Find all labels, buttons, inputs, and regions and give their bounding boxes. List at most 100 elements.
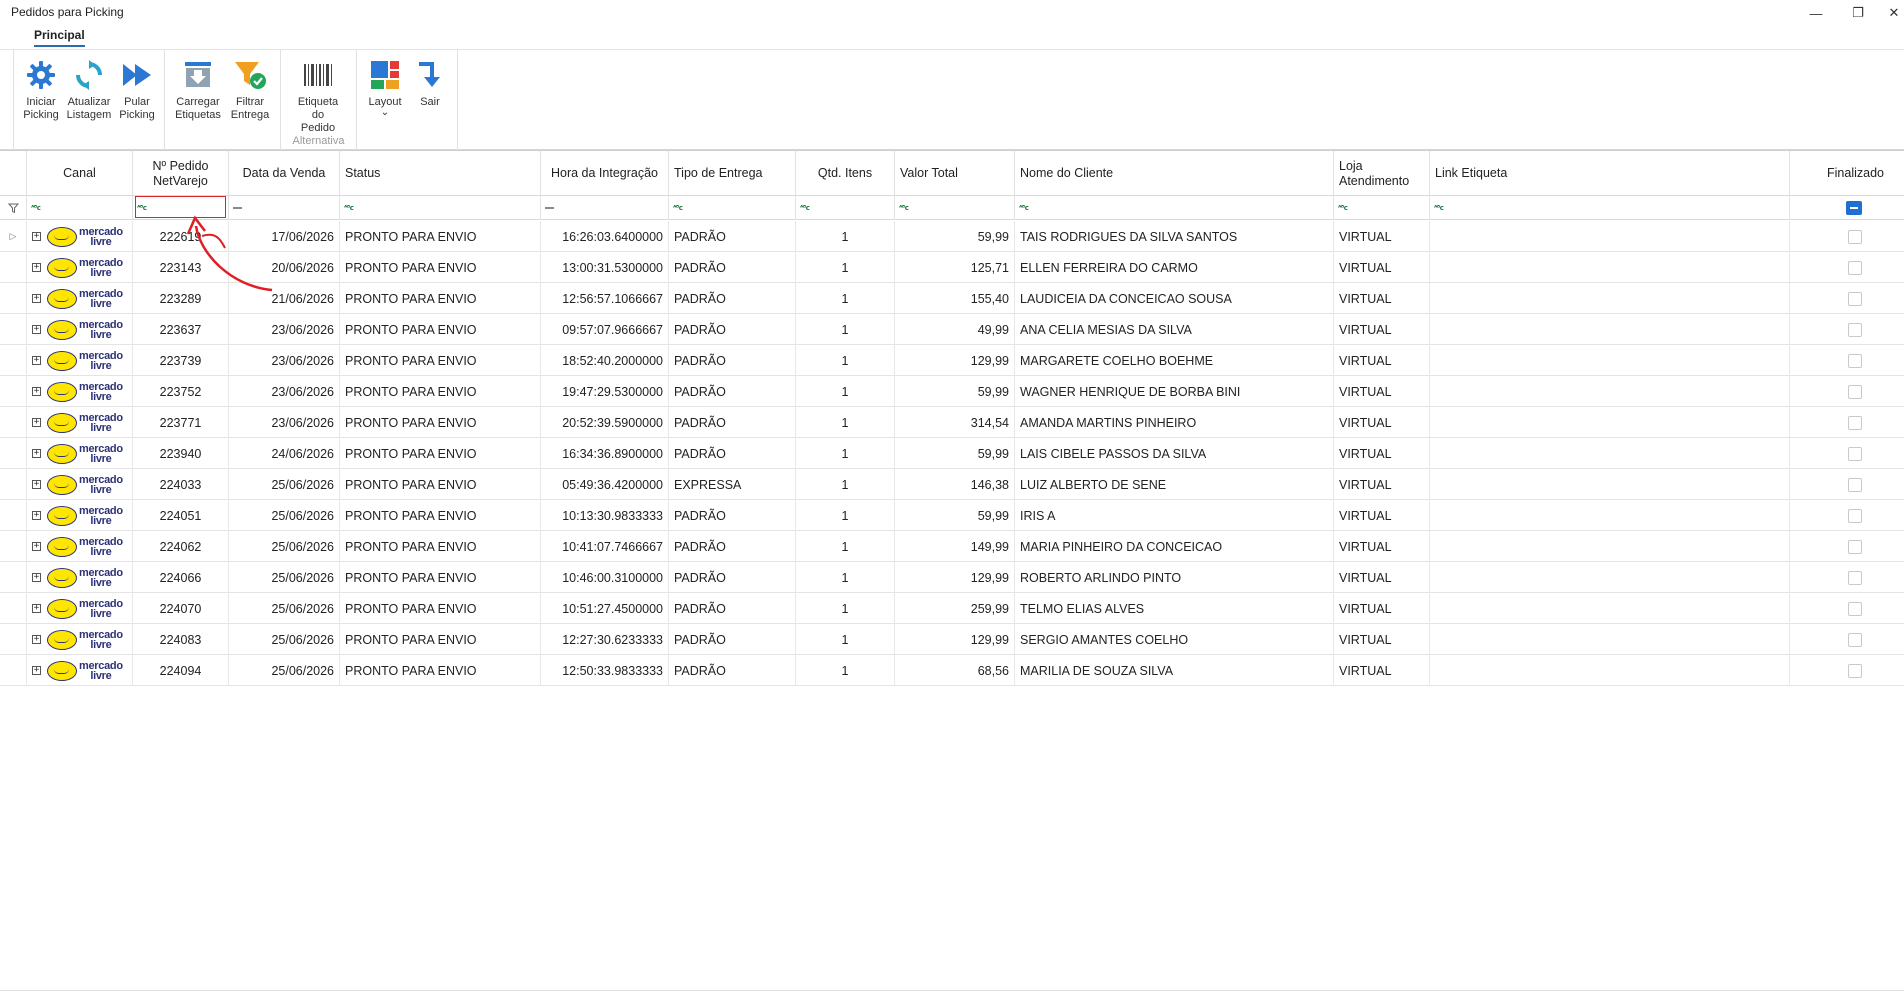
finalizado-checkbox[interactable] (1848, 415, 1862, 430)
filter-icon[interactable] (0, 196, 27, 220)
cell-canal[interactable]: + mercado livre (27, 469, 133, 500)
cell-valor-total[interactable]: 129,99 (895, 345, 1015, 376)
cell-nome-cliente[interactable]: TELMO ELIAS ALVES (1015, 593, 1334, 624)
cell-valor-total[interactable]: 68,56 (895, 655, 1015, 686)
filter-valor[interactable]: ᴬᴮc (895, 196, 1015, 220)
cell-link-etiqueta[interactable] (1430, 407, 1790, 438)
cell-qtd-itens[interactable]: 1 (796, 500, 895, 531)
cell-canal[interactable]: + mercado livre (27, 221, 133, 252)
table-row[interactable]: + mercado livre 224094 25/06/2026 PRONTO PAR… (0, 655, 1904, 686)
cell-loja-atendimento[interactable]: VIRTUAL (1334, 624, 1430, 655)
cell-finalizado[interactable] (1790, 438, 1904, 469)
cell-finalizado[interactable] (1790, 531, 1904, 562)
cell-qtd-itens[interactable]: 1 (796, 407, 895, 438)
cell-valor-total[interactable]: 314,54 (895, 407, 1015, 438)
cell-loja-atendimento[interactable]: VIRTUAL (1334, 345, 1430, 376)
filter-canal[interactable]: ᴬᴮc (27, 196, 133, 220)
cell-canal[interactable]: + mercado livre (27, 407, 133, 438)
finalizado-checkbox[interactable] (1848, 384, 1862, 399)
cell-status[interactable]: PRONTO PARA ENVIO (340, 345, 541, 376)
finalizado-checkbox[interactable] (1848, 229, 1862, 244)
cell-data-venda[interactable]: 25/06/2026 (229, 531, 340, 562)
table-row[interactable]: + mercado livre 224066 25/06/2026 PRONTO PAR… (0, 562, 1904, 593)
cell-loja-atendimento[interactable]: VIRTUAL (1334, 438, 1430, 469)
cell-tipo-entrega[interactable]: PADRÃO (669, 562, 796, 593)
expand-icon[interactable]: + (32, 232, 41, 241)
filter-qtd[interactable]: ᴬᴮc (796, 196, 895, 220)
finalizado-checkbox[interactable] (1848, 632, 1862, 647)
cell-valor-total[interactable]: 59,99 (895, 221, 1015, 252)
cell-link-etiqueta[interactable] (1430, 624, 1790, 655)
table-row[interactable]: + mercado livre 223752 23/06/2026 PRONTO PAR… (0, 376, 1904, 407)
cell-hora-integracao[interactable]: 10:13:30.9833333 (541, 500, 669, 531)
cell-nome-cliente[interactable]: LAIS CIBELE PASSOS DA SILVA (1015, 438, 1334, 469)
cell-hora-integracao[interactable]: 13:00:31.5300000 (541, 252, 669, 283)
cell-pedido[interactable]: 224094 (133, 655, 229, 686)
cell-tipo-entrega[interactable]: PADRÃO (669, 531, 796, 562)
cell-status[interactable]: PRONTO PARA ENVIO (340, 314, 541, 345)
cell-loja-atendimento[interactable]: VIRTUAL (1334, 252, 1430, 283)
cell-nome-cliente[interactable]: WAGNER HENRIQUE DE BORBA BINI (1015, 376, 1334, 407)
layout-button[interactable]: Layout ⌄ (362, 58, 408, 118)
etiqueta-pedido-button[interactable]: Etiqueta do Pedido (295, 58, 341, 135)
cell-canal[interactable]: + mercado livre (27, 314, 133, 345)
cell-link-etiqueta[interactable] (1430, 283, 1790, 314)
row-indicator[interactable] (0, 283, 27, 314)
cell-canal[interactable]: + mercado livre (27, 252, 133, 283)
cell-link-etiqueta[interactable] (1430, 562, 1790, 593)
cell-valor-total[interactable]: 149,99 (895, 531, 1015, 562)
cell-valor-total[interactable]: 59,99 (895, 500, 1015, 531)
cell-tipo-entrega[interactable]: PADRÃO (669, 252, 796, 283)
table-row[interactable]: + mercado livre 224070 25/06/2026 PRONTO PAR… (0, 593, 1904, 624)
cell-qtd-itens[interactable]: 1 (796, 314, 895, 345)
cell-status[interactable]: PRONTO PARA ENVIO (340, 221, 541, 252)
expand-icon[interactable]: + (32, 387, 41, 396)
expand-icon[interactable]: + (32, 604, 41, 613)
carregar-etiquetas-button[interactable]: Carregar Etiquetas (175, 58, 221, 122)
cell-loja-atendimento[interactable]: VIRTUAL (1334, 500, 1430, 531)
finalizado-checkbox[interactable] (1848, 260, 1862, 275)
expand-icon[interactable]: + (32, 635, 41, 644)
cell-loja-atendimento[interactable]: VIRTUAL (1334, 593, 1430, 624)
cell-loja-atendimento[interactable]: VIRTUAL (1334, 376, 1430, 407)
expand-icon[interactable]: + (32, 511, 41, 520)
filter-loja[interactable]: ᴬᴮc (1334, 196, 1430, 220)
cell-canal[interactable]: + mercado livre (27, 593, 133, 624)
cell-link-etiqueta[interactable] (1430, 655, 1790, 686)
cell-status[interactable]: PRONTO PARA ENVIO (340, 283, 541, 314)
table-row[interactable]: + mercado livre 224033 25/06/2026 PRONTO PAR… (0, 469, 1904, 500)
cell-loja-atendimento[interactable]: VIRTUAL (1334, 407, 1430, 438)
table-row[interactable]: + mercado livre 223739 23/06/2026 PRONTO PAR… (0, 345, 1904, 376)
cell-hora-integracao[interactable]: 20:52:39.5900000 (541, 407, 669, 438)
cell-status[interactable]: PRONTO PARA ENVIO (340, 655, 541, 686)
cell-tipo-entrega[interactable]: PADRÃO (669, 407, 796, 438)
cell-canal[interactable]: + mercado livre (27, 283, 133, 314)
cell-hora-integracao[interactable]: 05:49:36.4200000 (541, 469, 669, 500)
table-row[interactable]: + mercado livre 223637 23/06/2026 PRONTO PAR… (0, 314, 1904, 345)
finalizado-checkbox[interactable] (1848, 539, 1862, 554)
cell-link-etiqueta[interactable] (1430, 469, 1790, 500)
filter-hora[interactable] (541, 196, 669, 220)
cell-hora-integracao[interactable]: 16:34:36.8900000 (541, 438, 669, 469)
finalizado-checkbox[interactable] (1848, 508, 1862, 523)
cell-hora-integracao[interactable]: 16:26:03.6400000 (541, 221, 669, 252)
cell-status[interactable]: PRONTO PARA ENVIO (340, 562, 541, 593)
cell-loja-atendimento[interactable]: VIRTUAL (1334, 562, 1430, 593)
filter-tipo[interactable]: ᴬᴮc (669, 196, 796, 220)
cell-qtd-itens[interactable]: 1 (796, 469, 895, 500)
cell-hora-integracao[interactable]: 12:27:30.6233333 (541, 624, 669, 655)
cell-pedido[interactable]: 224033 (133, 469, 229, 500)
cell-data-venda[interactable]: 25/06/2026 (229, 562, 340, 593)
row-indicator[interactable] (0, 252, 27, 283)
sair-button[interactable]: Sair (407, 58, 453, 109)
row-indicator[interactable] (0, 345, 27, 376)
cell-link-etiqueta[interactable] (1430, 500, 1790, 531)
cell-qtd-itens[interactable]: 1 (796, 283, 895, 314)
cell-status[interactable]: PRONTO PARA ENVIO (340, 624, 541, 655)
cell-nome-cliente[interactable]: IRIS A (1015, 500, 1334, 531)
cell-finalizado[interactable] (1790, 376, 1904, 407)
cell-data-venda[interactable]: 23/06/2026 (229, 407, 340, 438)
header-link-etiqueta[interactable]: Link Etiqueta (1430, 151, 1790, 196)
cell-canal[interactable]: + mercado livre (27, 531, 133, 562)
cell-qtd-itens[interactable]: 1 (796, 562, 895, 593)
